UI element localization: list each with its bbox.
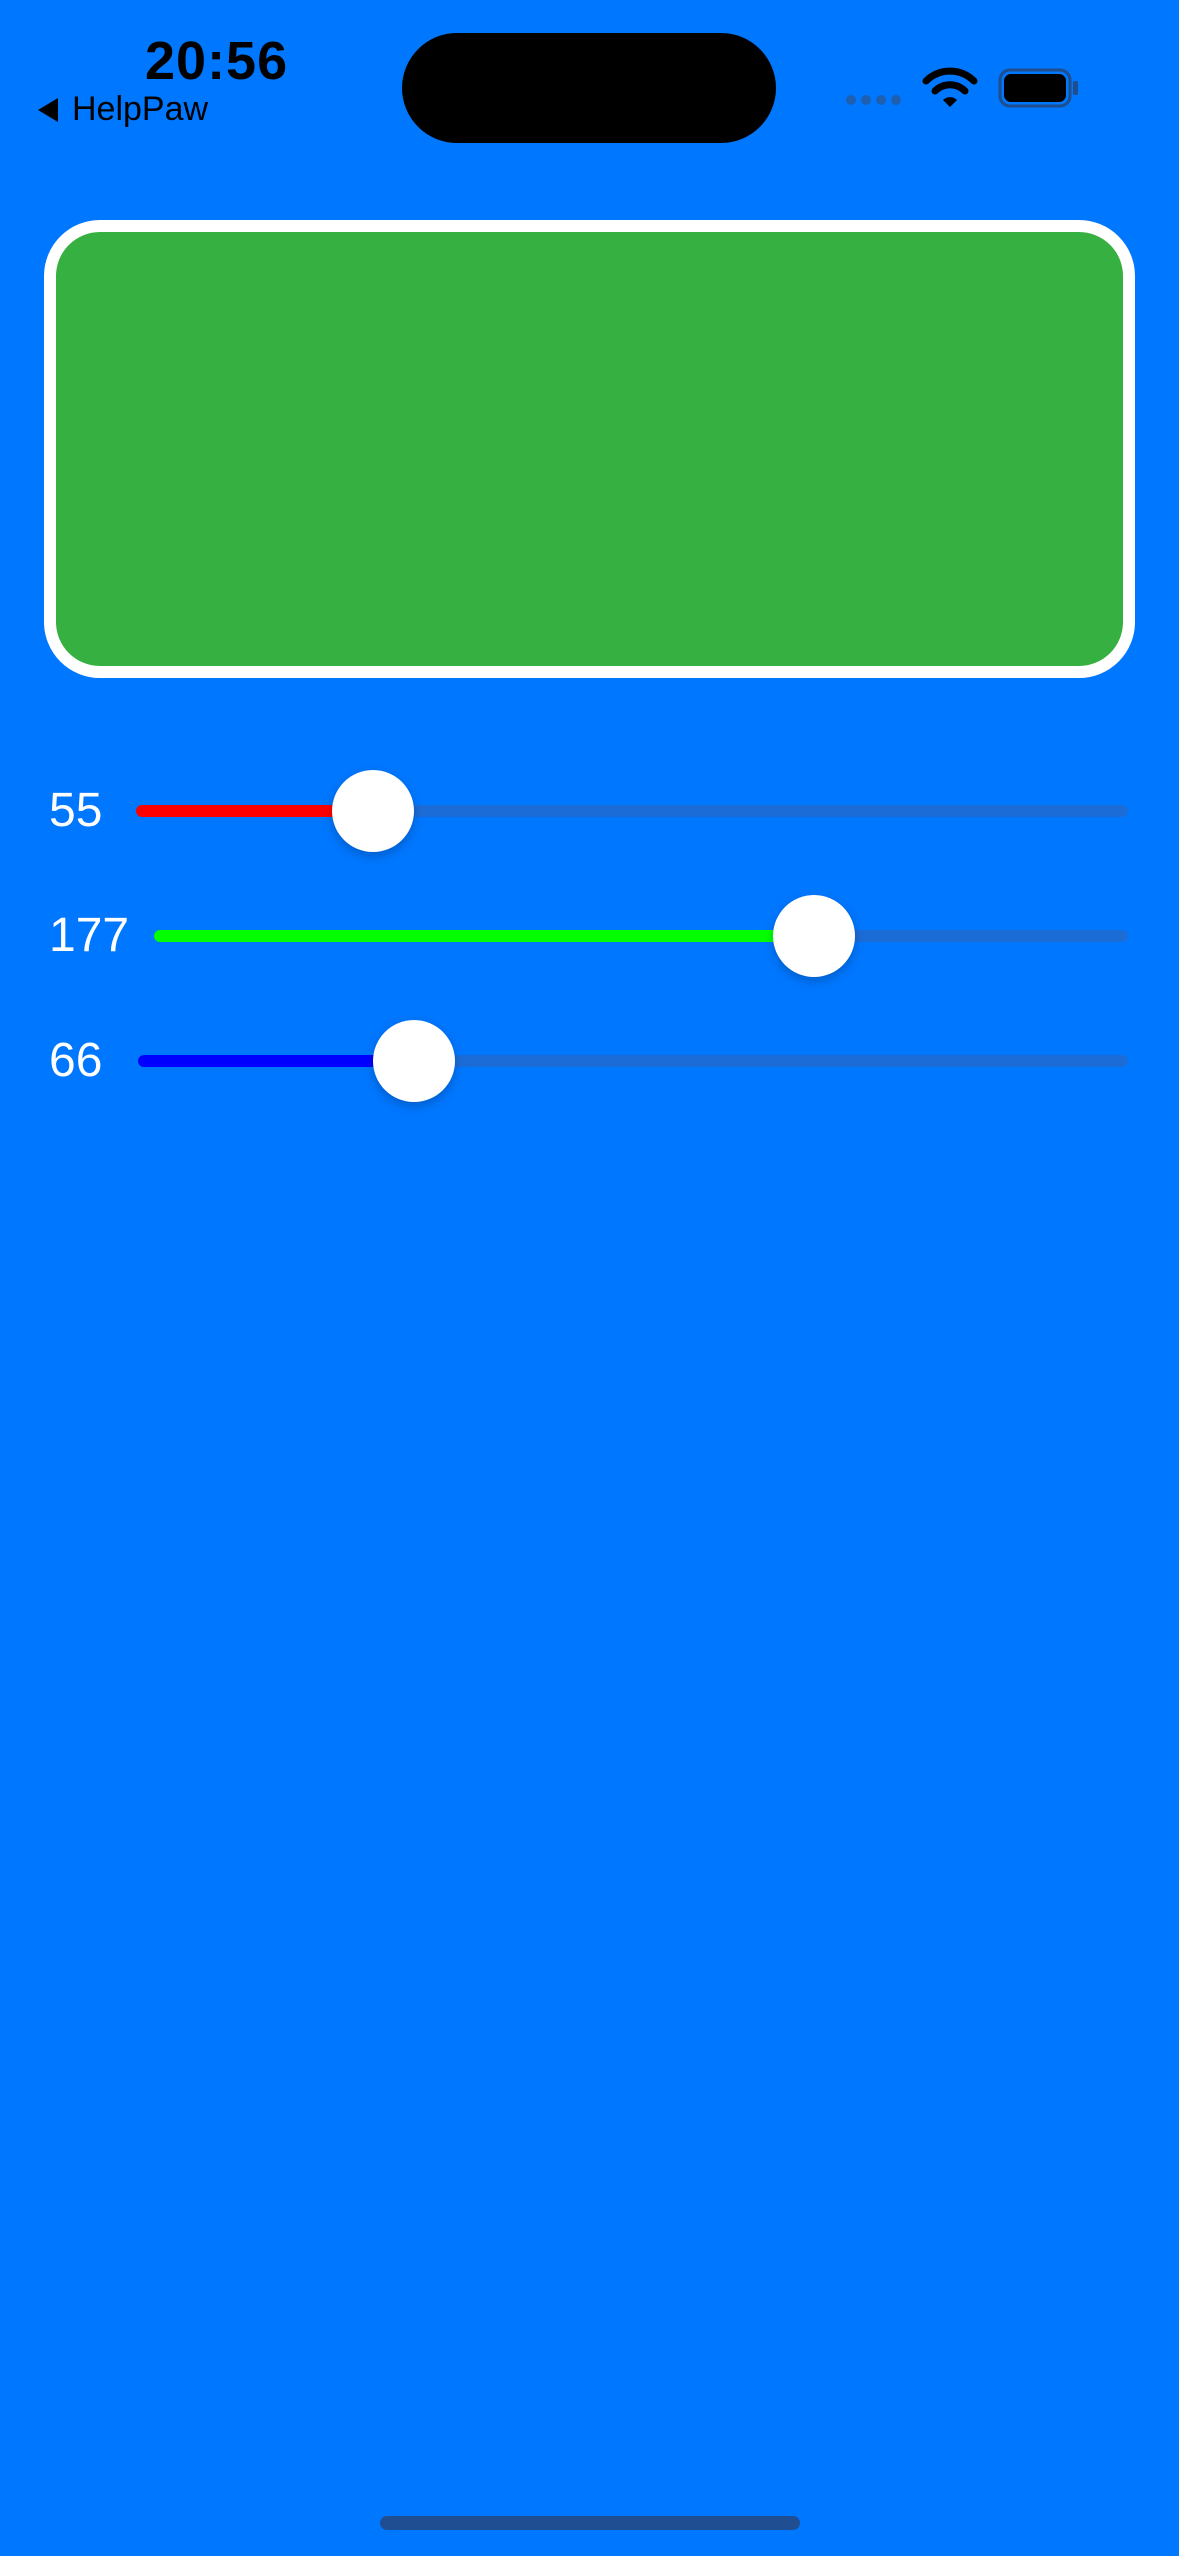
back-to-app-button[interactable]: HelpPaw <box>38 90 208 129</box>
battery-icon <box>998 68 1078 108</box>
green-slider-thumb[interactable] <box>773 895 856 977</box>
red-slider-thumb[interactable] <box>332 770 415 852</box>
back-app-label: HelpPaw <box>72 90 209 128</box>
wifi-icon <box>922 67 978 107</box>
home-indicator[interactable] <box>380 2516 800 2530</box>
red-slider[interactable] <box>136 770 1128 852</box>
color-preview-box <box>44 220 1135 678</box>
dynamic-island <box>402 33 776 143</box>
red-value-label: 55 <box>49 784 103 837</box>
red-slider-row: 55 <box>0 766 1179 856</box>
blue-slider[interactable] <box>138 1020 1128 1102</box>
green-slider-row: 177 <box>0 891 1179 981</box>
back-arrow-icon <box>38 97 58 122</box>
green-slider-fill <box>154 930 815 942</box>
blue-slider-row: 66 <box>0 1016 1179 1106</box>
status-time: 20:56 <box>145 31 289 91</box>
blue-value-label: 66 <box>49 1034 103 1087</box>
green-value-label: 177 <box>49 909 130 962</box>
cellular-signal-icon <box>846 95 901 105</box>
green-slider[interactable] <box>154 895 1128 977</box>
blue-slider-thumb[interactable] <box>373 1020 455 1102</box>
